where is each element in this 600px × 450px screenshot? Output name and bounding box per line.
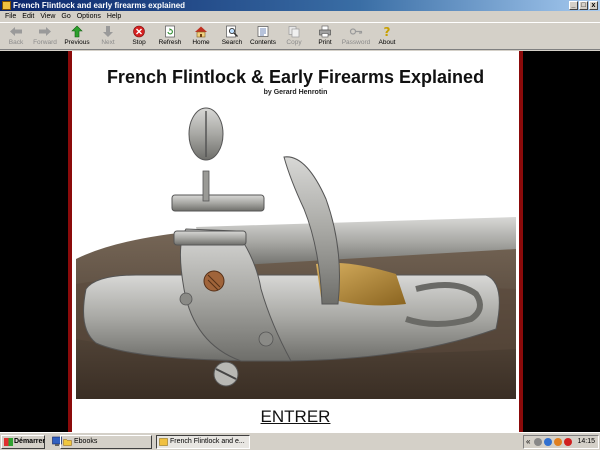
menu-edit[interactable]: Edit [19,11,37,22]
window-title: French Flintlock and early firearms expl… [13,1,186,10]
print-button[interactable]: Print [309,25,341,49]
back-button[interactable]: Back [0,25,32,49]
home-button[interactable]: Home [185,25,217,49]
refresh-icon [165,25,175,38]
contents-button[interactable]: Contents [247,25,279,49]
ebook-icon [159,438,168,446]
menu-file[interactable]: File [2,11,19,22]
tray-expand-button[interactable]: « [526,436,530,448]
about-button[interactable]: ? About [371,25,403,49]
clock: 14:15 [577,438,595,445]
taskbar-item-french-flintlock[interactable]: French Flintlock and e... [156,435,250,449]
windows-logo-icon [4,438,13,446]
taskbar-item-ebooks[interactable]: Ebooks [60,435,152,449]
menu-options[interactable]: Options [74,11,104,22]
search-button[interactable]: Search [216,25,248,49]
copy-icon [288,26,300,38]
password-button[interactable]: Password [340,25,372,49]
menu-help[interactable]: Help [104,11,124,22]
menu-view[interactable]: View [37,11,58,22]
menu-bar: File Edit View Go Options Help [0,11,600,22]
about-icon: ? [384,25,391,38]
next-button[interactable]: Next [92,25,124,49]
enter-link[interactable]: ENTRER [72,407,519,427]
folder-icon [63,439,72,446]
previous-button[interactable]: Previous [61,25,93,49]
tray-antivirus-icon[interactable] [564,438,572,446]
stop-icon [133,25,145,38]
next-arrow-icon [103,26,113,37]
copy-button[interactable]: Copy [278,25,310,49]
password-key-icon [349,28,363,35]
tray-app-icon[interactable] [544,438,552,446]
title-bar[interactable]: French Flintlock and early firearms expl… [0,0,600,11]
browser-content[interactable]: French Flintlock & Early Firearms Explai… [0,51,600,432]
forward-button[interactable]: Forward [29,25,61,49]
page-byline: by Gerard Henrotin [263,89,328,96]
contents-icon [257,26,269,37]
stop-button[interactable]: Stop [123,25,155,49]
home-icon [195,26,207,38]
menu-go[interactable]: Go [58,11,73,22]
flintlock-photo [76,107,516,399]
forward-arrow-icon [39,27,51,36]
maximize-button[interactable]: □ [579,1,588,10]
start-button[interactable]: Démarrer [1,435,45,449]
page-body: French Flintlock & Early Firearms Explai… [72,51,519,432]
app-icon [2,1,11,10]
network-icon[interactable] [534,438,542,446]
minimize-button[interactable]: _ [569,1,578,10]
previous-arrow-icon [71,25,83,38]
taskbar: Démarrer Ebooks French Flintlock and e..… [0,432,600,450]
toolbar: Back Forward Previous Next Stop Refresh … [0,22,600,50]
back-arrow-icon [10,27,22,36]
refresh-button[interactable]: Refresh [154,25,186,49]
search-icon [226,25,238,38]
page-title: French Flintlock & Early Firearms Explai… [106,67,485,87]
svg-text:?: ? [384,25,391,38]
system-tray: « 14:15 [523,435,599,449]
app-window: French Flintlock and early firearms expl… [0,0,600,450]
tray-firewall-icon[interactable] [554,438,562,446]
print-icon [319,25,331,38]
close-button[interactable]: x [589,1,598,10]
